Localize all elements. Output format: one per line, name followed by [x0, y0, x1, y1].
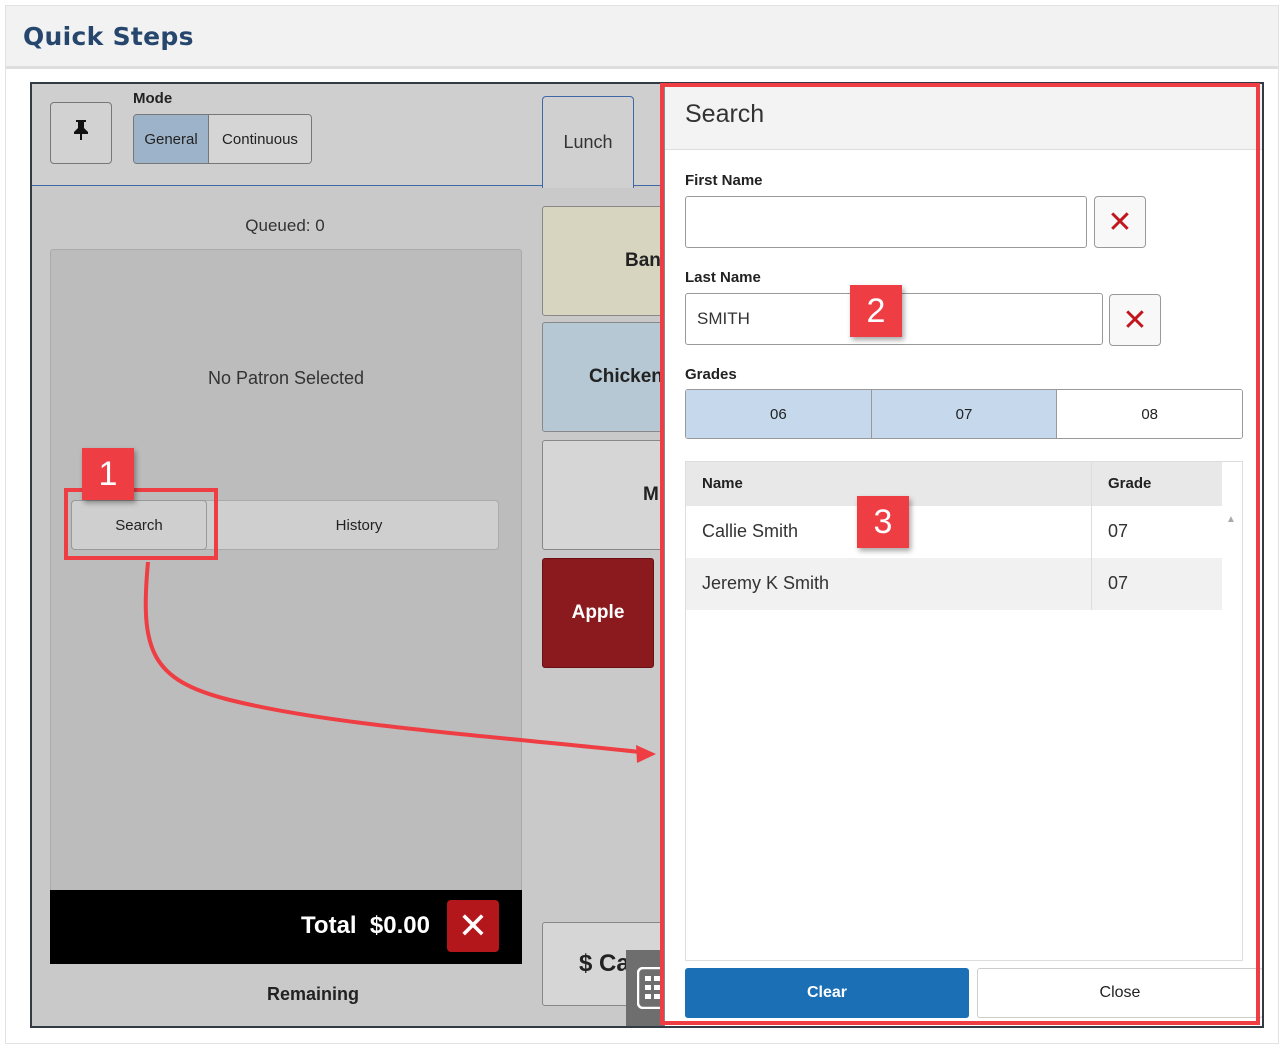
mode-continuous-button[interactable]: Continuous — [209, 115, 311, 163]
queued-count: Queued: 0 — [245, 216, 325, 235]
remaining-label: Remaining — [266, 984, 359, 1004]
item-chicken[interactable]: Chicken — [542, 322, 672, 432]
cancel-transaction-button[interactable]: ✕ — [447, 900, 499, 952]
mode-general-button[interactable]: General — [134, 115, 209, 163]
annotation-badge-3: 3 — [857, 496, 909, 548]
patron-panel: No Patron Selected Search History — [50, 249, 522, 964]
item-banana[interactable]: Banana — [542, 206, 672, 316]
pin-icon — [72, 119, 90, 147]
mode-label: Mode — [133, 90, 173, 107]
page-title: Quick Steps — [23, 22, 194, 51]
total-bar: Total $0.00 ✕ — [50, 890, 522, 964]
panel-header: Quick Steps — [6, 6, 1278, 69]
annotation-badge-2: 2 — [850, 285, 902, 337]
total-amount: Total $0.00 — [301, 912, 430, 939]
mode-toggle: General Continuous — [133, 114, 312, 164]
no-patron-text: No Patron Selected — [207, 368, 365, 388]
close-icon: ✕ — [457, 905, 489, 946]
tab-lunch[interactable]: Lunch — [542, 96, 634, 188]
pin-button[interactable] — [50, 102, 112, 164]
item-milk[interactable]: Milk — [542, 440, 672, 550]
history-button[interactable]: History — [219, 500, 499, 550]
item-apple[interactable]: Apple — [542, 558, 654, 668]
annotation-badge-1: 1 — [82, 448, 134, 500]
annotation-box-search-panel — [660, 83, 1260, 1025]
